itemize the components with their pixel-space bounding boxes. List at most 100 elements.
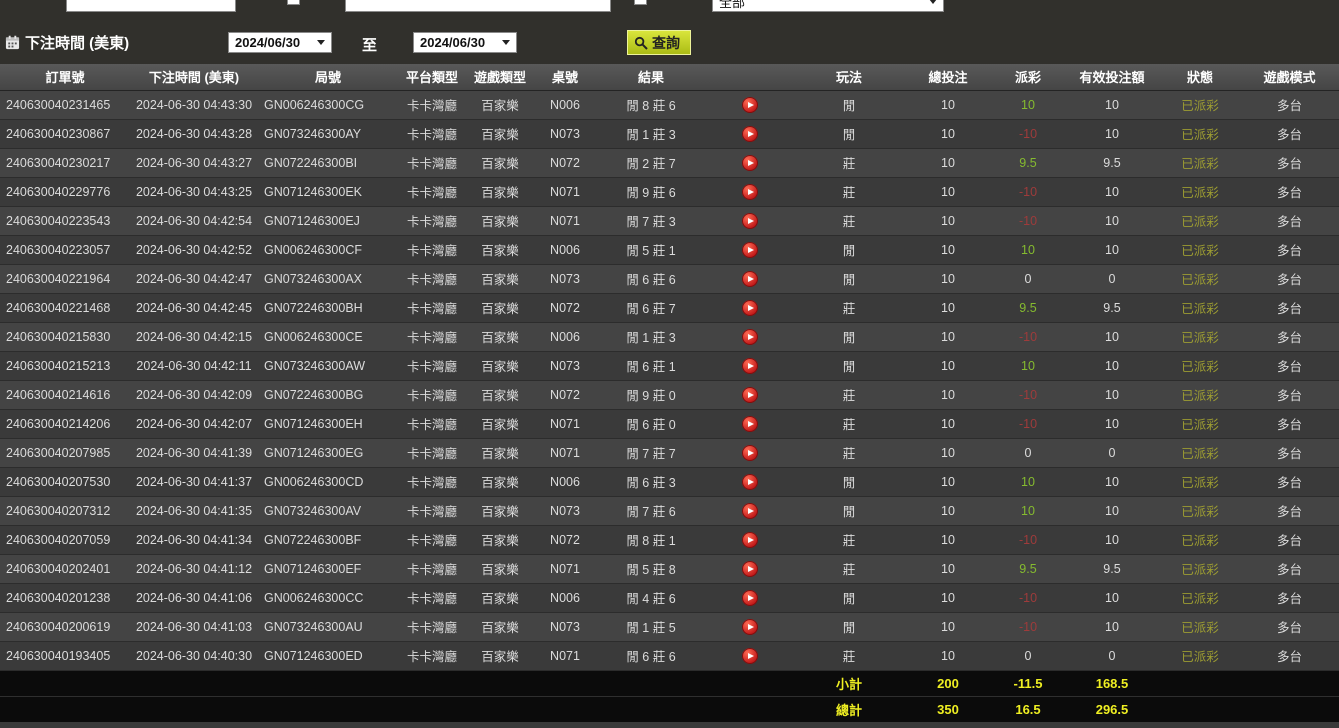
cell-status: 已派彩 <box>1160 409 1240 438</box>
play-video-button[interactable] <box>742 242 758 258</box>
cell-total-bet: 10 <box>904 467 992 496</box>
cell-valid-bet: 10 <box>1064 177 1160 206</box>
cell-order: 240630040230867 <box>0 119 130 148</box>
cell-payout: -10 <box>992 177 1064 206</box>
cell-order: 240630040223057 <box>0 235 130 264</box>
cell-video <box>706 525 794 554</box>
cell-game-type: 百家樂 <box>466 206 534 235</box>
cell-status: 已派彩 <box>1160 206 1240 235</box>
table-row: 240630040207530 2024-06-30 04:41:37 GN00… <box>0 467 1339 496</box>
play-video-button[interactable] <box>742 97 758 113</box>
cell-order: 240630040207530 <box>0 467 130 496</box>
cell-status: 已派彩 <box>1160 148 1240 177</box>
play-video-button[interactable] <box>742 445 758 461</box>
cell-platform: 卡卡灣廳 <box>398 525 466 554</box>
play-video-button[interactable] <box>742 619 758 635</box>
cell-bet-time: 2024-06-30 04:42:07 <box>130 409 258 438</box>
cell-game-mode: 多台 <box>1240 583 1339 612</box>
cell-bet-time: 2024-06-30 04:42:47 <box>130 264 258 293</box>
cell-game-mode: 多台 <box>1240 235 1339 264</box>
cell-game-mode: 多台 <box>1240 293 1339 322</box>
cell-video <box>706 554 794 583</box>
cell-game-type: 百家樂 <box>466 525 534 554</box>
play-video-button[interactable] <box>742 213 758 229</box>
cell-game-type: 百家樂 <box>466 438 534 467</box>
cell-total-bet: 10 <box>904 496 992 525</box>
cell-game-mode: 多台 <box>1240 264 1339 293</box>
filter-checkbox-3[interactable] <box>634 0 647 5</box>
cell-game-type: 百家樂 <box>466 235 534 264</box>
cell-round: GN006246300CC <box>258 583 398 612</box>
play-video-button[interactable] <box>742 387 758 403</box>
header-payout: 派彩 <box>992 64 1064 90</box>
cell-game-mode: 多台 <box>1240 467 1339 496</box>
filter-select[interactable]: 全部 <box>712 0 944 12</box>
table-row: 240630040223543 2024-06-30 04:42:54 GN07… <box>0 206 1339 235</box>
cell-status: 已派彩 <box>1160 177 1240 206</box>
play-video-button[interactable] <box>742 126 758 142</box>
cell-game-mode: 多台 <box>1240 554 1339 583</box>
play-video-button[interactable] <box>742 532 758 548</box>
cell-result: 閒 1 莊 3 <box>596 322 706 351</box>
date-from-select[interactable]: 2024/06/30 <box>228 32 332 53</box>
cell-video <box>706 148 794 177</box>
play-video-button[interactable] <box>742 329 758 345</box>
cell-game-type: 百家樂 <box>466 177 534 206</box>
cell-platform: 卡卡灣廳 <box>398 438 466 467</box>
cell-payout: 10 <box>992 90 1064 119</box>
cell-bet-time: 2024-06-30 04:42:54 <box>130 206 258 235</box>
cell-valid-bet: 10 <box>1064 583 1160 612</box>
play-video-button[interactable] <box>742 561 758 577</box>
cell-payout: 10 <box>992 351 1064 380</box>
table-row: 240630040200619 2024-06-30 04:41:03 GN07… <box>0 612 1339 641</box>
play-video-button[interactable] <box>742 184 758 200</box>
filter-input-2[interactable] <box>345 0 611 12</box>
cell-platform: 卡卡灣廳 <box>398 206 466 235</box>
play-video-button[interactable] <box>742 416 758 432</box>
cell-valid-bet: 9.5 <box>1064 148 1160 177</box>
play-video-button[interactable] <box>742 155 758 171</box>
cell-round: GN072246300BF <box>258 525 398 554</box>
cell-game-type: 百家樂 <box>466 467 534 496</box>
cell-payout: 9.5 <box>992 293 1064 322</box>
play-video-button[interactable] <box>742 590 758 606</box>
cell-table-no: N072 <box>534 380 596 409</box>
cell-result: 閒 8 莊 1 <box>596 525 706 554</box>
cell-payout: 9.5 <box>992 554 1064 583</box>
cell-payout: 10 <box>992 467 1064 496</box>
play-video-button[interactable] <box>742 271 758 287</box>
cell-total-bet: 10 <box>904 380 992 409</box>
cell-payout: -10 <box>992 119 1064 148</box>
play-video-button[interactable] <box>742 358 758 374</box>
cell-status: 已派彩 <box>1160 322 1240 351</box>
cell-total-bet: 10 <box>904 119 992 148</box>
play-video-button[interactable] <box>742 648 758 664</box>
filter-select-value: 全部 <box>719 0 745 11</box>
cell-game-type: 百家樂 <box>466 119 534 148</box>
cell-result: 閒 6 莊 1 <box>596 351 706 380</box>
cell-play: 閒 <box>794 322 904 351</box>
table-row: 240630040215830 2024-06-30 04:42:15 GN00… <box>0 322 1339 351</box>
filter-checkbox-2[interactable] <box>287 0 300 5</box>
play-video-button[interactable] <box>742 503 758 519</box>
cell-order: 240630040215830 <box>0 322 130 351</box>
play-video-button[interactable] <box>742 300 758 316</box>
cell-valid-bet: 10 <box>1064 467 1160 496</box>
cell-game-mode: 多台 <box>1240 409 1339 438</box>
cell-valid-bet: 0 <box>1064 641 1160 670</box>
cell-bet-time: 2024-06-30 04:41:39 <box>130 438 258 467</box>
cell-order: 240630040230217 <box>0 148 130 177</box>
cell-status: 已派彩 <box>1160 293 1240 322</box>
cell-payout: -10 <box>992 380 1064 409</box>
cell-video <box>706 264 794 293</box>
date-to-select[interactable]: 2024/06/30 <box>413 32 517 53</box>
cell-valid-bet: 0 <box>1064 264 1160 293</box>
cell-order: 240630040221468 <box>0 293 130 322</box>
play-video-button[interactable] <box>742 474 758 490</box>
cell-play: 閒 <box>794 119 904 148</box>
cell-platform: 卡卡灣廳 <box>398 380 466 409</box>
cell-bet-time: 2024-06-30 04:42:11 <box>130 351 258 380</box>
filter-input-1[interactable] <box>66 0 236 12</box>
search-button[interactable]: 查詢 <box>627 30 691 55</box>
cell-table-no: N071 <box>534 641 596 670</box>
